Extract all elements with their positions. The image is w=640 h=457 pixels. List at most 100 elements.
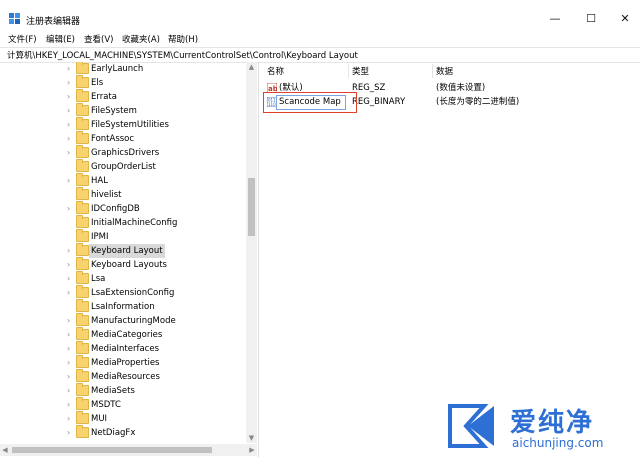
tree-item[interactable]: › IDConfigDB bbox=[0, 201, 245, 216]
tree-item[interactable]: › NetDiagFx bbox=[0, 425, 245, 440]
chevron-right-icon[interactable]: › bbox=[67, 330, 75, 340]
folder-icon bbox=[76, 383, 89, 396]
tree-item[interactable]: › FontAssoc bbox=[0, 131, 245, 146]
chevron-right-icon[interactable]: › bbox=[67, 120, 75, 130]
menu-help[interactable]: 帮助(H) bbox=[168, 33, 198, 45]
folder-icon bbox=[76, 131, 89, 144]
tree-item-label: LsaExtensionConfig bbox=[91, 288, 175, 298]
chevron-right-icon[interactable]: › bbox=[67, 372, 75, 382]
chevron-right-icon[interactable]: › bbox=[67, 92, 75, 102]
scroll-right-icon[interactable]: ▶ bbox=[247, 444, 257, 456]
chevron-right-icon[interactable]: › bbox=[67, 316, 75, 326]
tree-item[interactable]: › Errata bbox=[0, 89, 245, 104]
tree-item[interactable]: › Els bbox=[0, 75, 245, 90]
column-header-type[interactable]: 类型 bbox=[352, 65, 369, 77]
folder-icon bbox=[76, 201, 89, 214]
column-header-name[interactable]: 名称 bbox=[267, 65, 284, 77]
chevron-right-icon[interactable]: › bbox=[67, 176, 75, 186]
tree-item[interactable]: › MediaProperties bbox=[0, 355, 245, 370]
tree-item[interactable]: hivelist bbox=[0, 187, 245, 202]
close-button[interactable]: ✕ bbox=[612, 12, 638, 26]
scroll-left-icon[interactable]: ◀ bbox=[0, 444, 10, 456]
tree-item[interactable]: InitialMachineConfig bbox=[0, 215, 245, 230]
folder-icon bbox=[76, 103, 89, 116]
chevron-right-icon[interactable]: › bbox=[67, 344, 75, 354]
scroll-thumb[interactable] bbox=[12, 447, 212, 453]
tree-item[interactable]: › Keyboard Layouts bbox=[0, 257, 245, 272]
chevron-right-icon[interactable]: › bbox=[67, 288, 75, 298]
address-bar[interactable]: 计算机\HKEY_LOCAL_MACHINE\SYSTEM\CurrentCon… bbox=[0, 47, 640, 63]
folder-icon bbox=[76, 299, 89, 312]
tree-item-label: GraphicsDrivers bbox=[91, 148, 160, 158]
chevron-right-icon[interactable]: › bbox=[67, 358, 75, 368]
brand-logo-icon bbox=[448, 404, 494, 448]
tree-item-label: FileSystemUtilities bbox=[91, 120, 169, 130]
tree-item[interactable]: LsaInformation bbox=[0, 299, 245, 314]
tree-item[interactable]: › ManufacturingMode bbox=[0, 313, 245, 328]
tree-item-label: Els bbox=[91, 78, 104, 88]
folder-icon bbox=[76, 117, 89, 130]
scroll-up-icon[interactable]: ▲ bbox=[246, 62, 257, 72]
tree-item[interactable]: › GraphicsDrivers bbox=[0, 145, 245, 160]
tree-item-label: Errata bbox=[91, 92, 117, 102]
chevron-right-icon[interactable]: › bbox=[67, 274, 75, 284]
minimize-button[interactable]: — bbox=[542, 12, 568, 26]
tree-item[interactable]: GroupOrderList bbox=[0, 159, 245, 174]
tree-vertical-scrollbar[interactable]: ▲ ▼ bbox=[246, 62, 257, 443]
folder-icon bbox=[76, 313, 89, 326]
chevron-right-icon[interactable]: › bbox=[67, 148, 75, 158]
tree-item-label: FileSystem bbox=[91, 106, 137, 116]
chevron-right-icon[interactable]: › bbox=[67, 260, 75, 270]
tree-item-label: InitialMachineConfig bbox=[91, 218, 178, 228]
tree-item[interactable]: › MediaResources bbox=[0, 369, 245, 384]
values-header: 名称 类型 数据 bbox=[262, 64, 640, 78]
tree-item-label: MediaProperties bbox=[91, 358, 160, 368]
chevron-right-icon[interactable]: › bbox=[67, 134, 75, 144]
scroll-down-icon[interactable]: ▼ bbox=[246, 433, 257, 443]
tree-item-label: MediaResources bbox=[91, 372, 160, 382]
maximize-button[interactable]: ☐ bbox=[578, 12, 604, 26]
chevron-right-icon[interactable]: › bbox=[67, 400, 75, 410]
tree-item[interactable]: › MSDTC bbox=[0, 397, 245, 412]
tree-item[interactable]: › MUI bbox=[0, 411, 245, 426]
column-header-data[interactable]: 数据 bbox=[436, 65, 453, 77]
chevron-right-icon[interactable]: › bbox=[67, 106, 75, 116]
tree-item-label: Keyboard Layout bbox=[89, 244, 165, 258]
tree-item[interactable]: › MediaCategories bbox=[0, 327, 245, 342]
tree-horizontal-scrollbar[interactable]: ◀ ▶ bbox=[0, 444, 257, 456]
chevron-right-icon[interactable]: › bbox=[67, 414, 75, 424]
tree-item-selected[interactable]: › Keyboard Layout bbox=[0, 243, 245, 258]
tree-item-label: GroupOrderList bbox=[91, 162, 156, 172]
tree-item[interactable]: › MediaInterfaces bbox=[0, 341, 245, 356]
tree-item[interactable]: › MediaSets bbox=[0, 383, 245, 398]
title-bar: 注册表编辑器 — ☐ ✕ bbox=[0, 0, 640, 32]
tree-item-label: LsaInformation bbox=[91, 302, 155, 312]
chevron-right-icon[interactable]: › bbox=[67, 204, 75, 214]
menu-favorites[interactable]: 收藏夹(A) bbox=[122, 33, 160, 45]
folder-icon bbox=[76, 411, 89, 424]
chevron-right-icon[interactable]: › bbox=[67, 246, 75, 256]
scroll-thumb[interactable] bbox=[248, 178, 255, 236]
tree-item[interactable]: IPMI bbox=[0, 229, 245, 244]
tree-item[interactable]: › HAL bbox=[0, 173, 245, 188]
tree-item-label: MediaCategories bbox=[91, 330, 163, 340]
menu-view[interactable]: 查看(V) bbox=[84, 33, 113, 45]
chevron-right-icon[interactable]: › bbox=[67, 78, 75, 88]
chevron-right-icon[interactable]: › bbox=[67, 386, 75, 396]
tree-item[interactable]: › EarlyLaunch bbox=[0, 62, 245, 76]
menu-edit[interactable]: 编辑(E) bbox=[46, 33, 75, 45]
tree-item-label: MediaInterfaces bbox=[91, 344, 160, 354]
tree-item[interactable]: › Lsa bbox=[0, 271, 245, 286]
chevron-right-icon[interactable]: › bbox=[67, 428, 75, 438]
pane-splitter[interactable] bbox=[258, 62, 259, 457]
tree-item[interactable]: › LsaExtensionConfig bbox=[0, 285, 245, 300]
tree-item-label: NetDiagFx bbox=[91, 428, 136, 438]
column-divider[interactable] bbox=[348, 64, 349, 78]
column-divider[interactable] bbox=[432, 64, 433, 78]
value-data: (数值未设置) bbox=[436, 83, 486, 93]
tree-item[interactable]: › FileSystem bbox=[0, 103, 245, 118]
chevron-right-icon[interactable]: › bbox=[67, 64, 75, 74]
menu-file[interactable]: 文件(F) bbox=[8, 33, 37, 45]
tree-item[interactable]: › FileSystemUtilities bbox=[0, 117, 245, 132]
folder-icon bbox=[76, 271, 89, 284]
